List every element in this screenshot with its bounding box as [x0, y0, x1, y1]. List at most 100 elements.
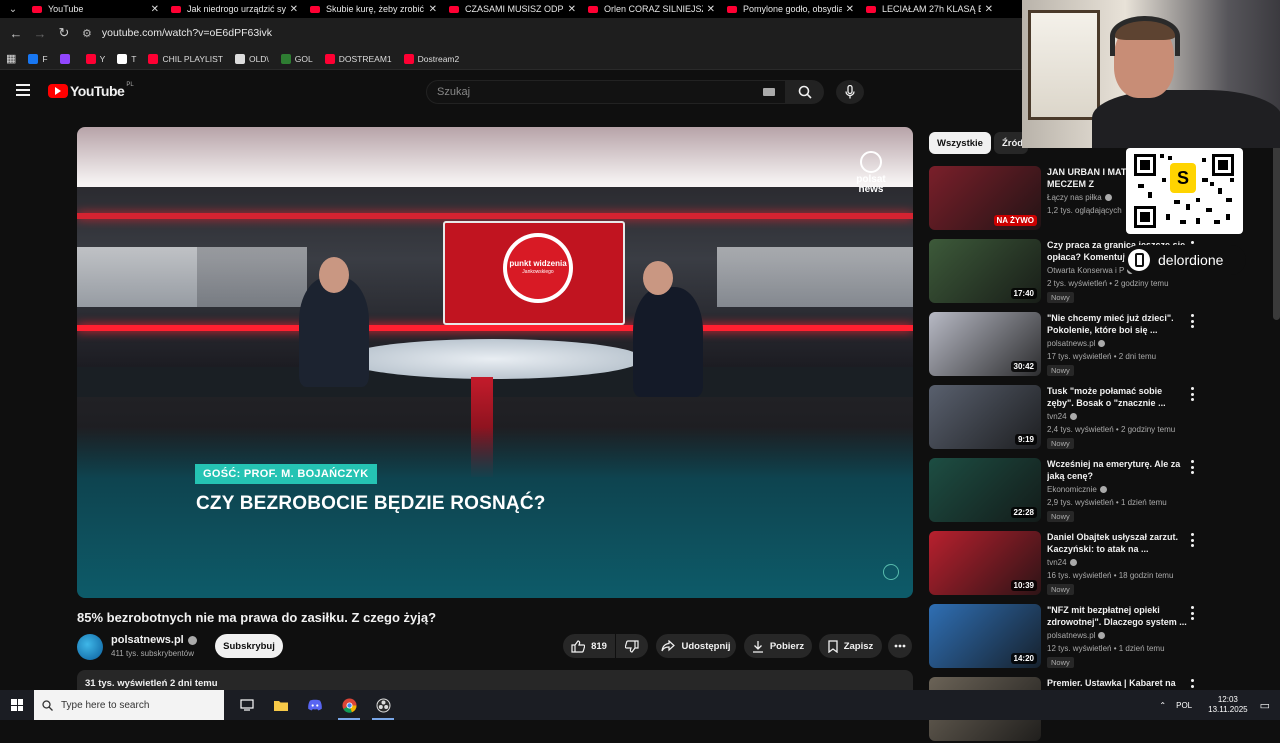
browser-tab[interactable]: LECIAŁAM 27h KLASĄ BIZ ✕ — [860, 0, 999, 18]
recommendation-title: Wcześniej na emeryturę. Ale za jaką cenę… — [1047, 459, 1181, 481]
search-input[interactable]: Szukaj — [426, 80, 786, 104]
video-player[interactable]: punkt widzenia Jankowskiego polsat news … — [77, 127, 913, 598]
apps-icon[interactable]: ▦ — [6, 52, 16, 65]
chrome-icon[interactable] — [332, 690, 366, 720]
recommendation-item[interactable]: 14:20 "NFZ mit bezpłatnej opieki zdrowotn… — [929, 604, 1259, 670]
bookmark-item[interactable]: GOL — [280, 53, 313, 64]
recommendation-channel[interactable]: polsatnews.pl — [1047, 339, 1106, 348]
search-icon — [798, 85, 812, 99]
subscribe-button[interactable]: Subskrybuj — [215, 634, 283, 658]
taskbar-search-placeholder: Type here to search — [61, 699, 150, 711]
microphone-icon — [845, 85, 855, 99]
discord-icon[interactable] — [298, 690, 332, 720]
clock[interactable]: 12:03 13.11.2025 — [1208, 695, 1247, 715]
voice-search-button[interactable] — [836, 80, 864, 104]
tab-search-icon[interactable]: ⌄ — [0, 0, 26, 18]
close-tab-icon[interactable]: ✕ — [985, 4, 993, 15]
close-tab-icon[interactable]: ✕ — [568, 4, 576, 15]
more-vert-icon[interactable] — [1187, 314, 1197, 328]
browser-tab[interactable]: CZASAMI MUSISZ ODPUS ✕ — [443, 0, 582, 18]
file-explorer-icon[interactable] — [264, 690, 298, 720]
obs-icon[interactable] — [366, 690, 400, 720]
recommendation-item[interactable]: 10:39 Daniel Obajtek usłyszał zarzut. Kac… — [929, 531, 1259, 597]
recommendation-channel[interactable]: polsatnews.pl — [1047, 631, 1106, 640]
bookmark-icon — [234, 53, 245, 64]
close-tab-icon[interactable]: ✕ — [290, 4, 298, 15]
channel-avatar[interactable] — [77, 634, 103, 660]
youtube-logo[interactable]: YouTube PL — [48, 82, 134, 99]
browser-tab[interactable]: Skubie kurę, żeby zrobić ✕ — [304, 0, 443, 18]
more-vert-icon[interactable] — [1187, 533, 1197, 547]
like-button[interactable]: 819 — [563, 634, 615, 658]
download-label: Pobierz — [769, 640, 805, 652]
browser-tab[interactable]: Orlen CORAZ SILNIEJSZY ✕ — [582, 0, 721, 18]
download-button[interactable]: Pobierz — [744, 634, 812, 658]
more-vert-icon[interactable] — [1187, 460, 1197, 474]
search-button[interactable] — [786, 80, 824, 104]
dislike-button[interactable] — [616, 634, 648, 658]
video-thumbnail[interactable]: 17:40 — [929, 239, 1041, 303]
bookmark-item[interactable]: OLD\ — [234, 53, 269, 64]
close-tab-icon[interactable]: ✕ — [151, 4, 159, 15]
menu-icon[interactable] — [16, 84, 30, 96]
share-button[interactable]: Udostępnij — [656, 634, 736, 658]
recommendation-item[interactable]: 30:42 "Nie chcemy mieć już dzieci". Pokol… — [929, 312, 1259, 378]
video-thumbnail[interactable]: 9:19 — [929, 385, 1041, 449]
recommendation-channel[interactable]: Ekonomicznie — [1047, 485, 1107, 494]
site-info-icon[interactable]: ⚙ — [82, 27, 92, 40]
url-field[interactable]: ⚙ youtube.com/watch?v=oE6dPF63ivk — [82, 22, 1072, 44]
polsat-logo-circle — [860, 151, 882, 173]
duration-badge: 10:39 — [1010, 580, 1037, 591]
subscriber-count: 411 tys. subskrybentów — [111, 649, 195, 658]
more-vert-icon[interactable] — [1187, 387, 1197, 401]
video-thumbnail[interactable]: NA ŻYWO — [929, 166, 1041, 230]
notifications-icon[interactable]: ▭ — [1260, 699, 1270, 712]
video-thumbnail[interactable]: 30:42 — [929, 312, 1041, 376]
system-tray: ⌃ POL 12:03 13.11.2025 ▭ — [1159, 690, 1280, 720]
taskbar-search[interactable]: Type here to search — [34, 690, 224, 720]
more-actions-button[interactable] — [888, 634, 912, 658]
recommendation-title: "Nie chcemy mieć już dzieci". Pokolenie,… — [1047, 313, 1174, 335]
video-thumbnail[interactable]: 10:39 — [929, 531, 1041, 595]
recommendation-channel[interactable]: tvn24 — [1047, 412, 1077, 421]
video-thumbnail[interactable]: 22:28 — [929, 458, 1041, 522]
channel-name[interactable]: polsatnews.pl — [111, 634, 197, 646]
bookmark-item[interactable]: DOSTREAM1 — [324, 53, 392, 64]
task-view-icon[interactable] — [230, 690, 264, 720]
bookmark-item[interactable]: T — [117, 53, 136, 64]
chip-all[interactable]: Wszystkie — [929, 132, 991, 154]
bookmark-item[interactable]: Y — [85, 53, 105, 64]
recommendation-channel[interactable]: Łączy nas piłka — [1047, 193, 1112, 202]
recommendation-item[interactable]: 22:28 Wcześniej na emeryturę. Ale za jaką… — [929, 458, 1259, 524]
video-thumbnail[interactable]: 14:20 — [929, 604, 1041, 668]
language-indicator[interactable]: POL — [1176, 701, 1192, 710]
browser-tab[interactable]: Jak niedrogo urządzić syp ✕ — [165, 0, 304, 18]
host-head — [643, 261, 673, 295]
browser-tab[interactable]: YouTube ✕ — [26, 0, 165, 18]
tab-title: LECIAŁAM 27h KLASĄ BIZ — [882, 4, 981, 14]
reload-icon[interactable]: ↻ — [52, 21, 76, 45]
verified-icon — [187, 635, 197, 645]
close-tab-icon[interactable]: ✕ — [846, 4, 854, 15]
bookmark-item[interactable]: Dostream2 — [403, 53, 459, 64]
bookmark-item[interactable]: CHIL PLAYLIST — [148, 53, 223, 64]
close-tab-icon[interactable]: ✕ — [429, 4, 437, 15]
new-badge: Nowy — [1047, 292, 1074, 303]
keyboard-icon[interactable] — [763, 88, 775, 96]
close-tab-icon[interactable]: ✕ — [707, 4, 715, 15]
tray-expand-icon[interactable]: ⌃ — [1159, 701, 1166, 710]
more-vert-icon[interactable] — [1187, 606, 1197, 620]
bookmark-item[interactable] — [59, 53, 74, 64]
back-icon[interactable]: ← — [4, 21, 28, 45]
bookmark-item[interactable]: F — [28, 53, 48, 64]
recommendation-channel[interactable]: Otwarta Konserwa i P — [1047, 266, 1135, 275]
recommendation-item[interactable]: 9:19 Tusk "może połamać sobie zęby". Bosa… — [929, 385, 1259, 451]
browser-tab[interactable]: Pomylone godło, obsydia ✕ — [721, 0, 860, 18]
scrollbar[interactable] — [1273, 130, 1280, 320]
save-button[interactable]: Zapisz — [819, 634, 882, 658]
forward-icon[interactable]: → — [28, 21, 52, 45]
tab-title: Orlen CORAZ SILNIEJSZY — [604, 4, 703, 14]
start-button[interactable] — [0, 690, 34, 720]
youtube-favicon-icon — [588, 5, 598, 13]
recommendation-channel[interactable]: tvn24 — [1047, 558, 1077, 567]
